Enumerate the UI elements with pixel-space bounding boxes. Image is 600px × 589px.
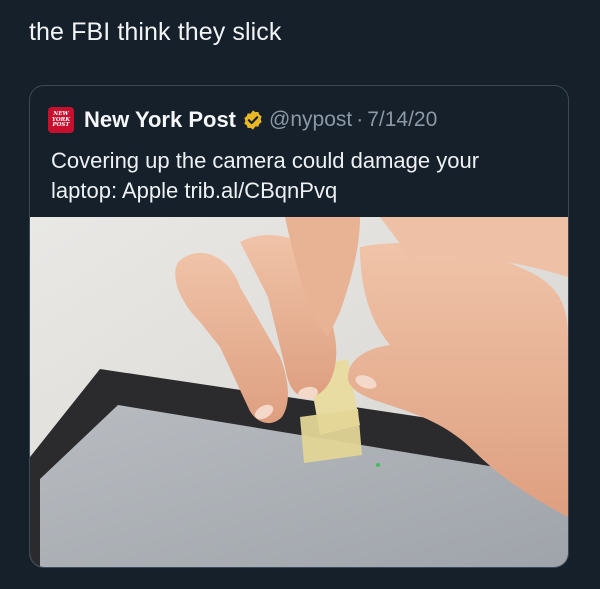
verified-badge-icon [242, 109, 264, 131]
quoted-tweet-card[interactable]: NEW YORK POST New York Post @nypost · 7/… [29, 85, 569, 568]
photo-illustration [30, 217, 568, 567]
post-caption: the FBI think they slick [29, 18, 282, 46]
quoted-tweet-header: NEW YORK POST New York Post @nypost · 7/… [48, 106, 437, 134]
display-name[interactable]: New York Post [84, 107, 236, 133]
tweet-date[interactable]: 7/14/20 [367, 108, 437, 132]
nypost-logo[interactable]: NEW YORK POST [48, 107, 74, 133]
logo-line-3: POST [52, 122, 70, 129]
separator-dot: · [356, 108, 364, 131]
tweet-photo[interactable] [30, 217, 568, 567]
handle[interactable]: @nypost [269, 108, 352, 132]
tweet-text: Covering up the camera could damage your… [51, 148, 480, 203]
